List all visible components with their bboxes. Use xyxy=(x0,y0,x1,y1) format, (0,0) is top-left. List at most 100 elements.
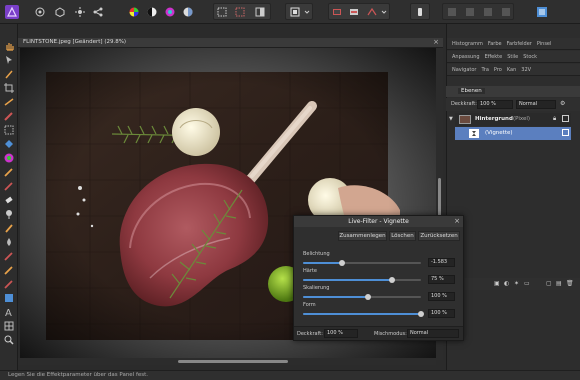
lock-icon[interactable]: 🔒︎ xyxy=(553,115,556,123)
straighten-tool-icon[interactable] xyxy=(3,96,15,108)
erase-tool-icon[interactable] xyxy=(3,194,15,206)
rectangle-tool-icon[interactable] xyxy=(3,292,15,304)
hand-tool-icon[interactable] xyxy=(3,40,15,52)
tab-stock[interactable]: Stock xyxy=(523,54,537,60)
color-wheel-icon[interactable] xyxy=(128,4,140,19)
tab-history[interactable]: Pro xyxy=(494,67,502,73)
layer-row-background[interactable]: Hintergrund (Pixel) 🔒︎ xyxy=(455,113,571,126)
visibility-checkbox[interactable] xyxy=(562,115,569,122)
tab-swatches[interactable]: Farbfelder xyxy=(507,41,532,47)
layer-name: (Vignette) xyxy=(485,130,513,136)
exposure-slider[interactable] xyxy=(303,260,421,266)
visibility-checkbox[interactable] xyxy=(562,129,569,136)
pixel-tool-icon[interactable] xyxy=(3,180,15,192)
quick-mask-icon[interactable] xyxy=(254,4,266,19)
text-tool-icon[interactable]: A xyxy=(3,306,15,318)
selection-invert-icon[interactable] xyxy=(234,4,246,19)
live-filter-dialog: Live-Filter - Vignette × Zusammenlegen L… xyxy=(293,215,464,341)
export-persona-icon[interactable] xyxy=(92,4,104,19)
expand-triangle-icon[interactable]: ▼ xyxy=(449,116,453,122)
shape-slider[interactable] xyxy=(303,311,424,317)
layers-options: Deckkraft: 100 % Normal ⚙ xyxy=(446,98,580,111)
close-icon[interactable]: × xyxy=(454,216,460,227)
color-picker-tool-icon[interactable] xyxy=(3,68,15,80)
blemish-tool-icon[interactable] xyxy=(3,264,15,276)
tab-layers[interactable]: Ebenen xyxy=(458,88,485,94)
reset-button[interactable]: Zurücksetzen xyxy=(418,231,460,241)
exposure-value[interactable]: -1.583 xyxy=(428,258,455,267)
dodge-tool-icon[interactable] xyxy=(3,208,15,220)
tab-histogram[interactable]: Histogramm xyxy=(452,41,483,47)
pixel-layer-icon[interactable]: ▭ xyxy=(524,280,530,287)
chevron-down-icon[interactable] xyxy=(303,4,311,19)
tab-color[interactable]: Farbe xyxy=(488,41,502,47)
flip-icon[interactable] xyxy=(366,4,378,19)
panel-tabs-row1: Histogramm Farbe Farbfelder Pinsel xyxy=(447,38,580,50)
layer-opacity-field[interactable]: 100 % xyxy=(477,100,513,109)
filter-opacity-field[interactable]: 100 % xyxy=(324,329,358,338)
develop-persona-icon[interactable] xyxy=(74,4,86,19)
assistant-icon[interactable] xyxy=(414,4,426,19)
inpainting-tool-icon[interactable] xyxy=(3,250,15,262)
add-layer-icon[interactable]: ▤ xyxy=(556,280,562,287)
scale-value[interactable]: 100 % xyxy=(428,292,455,301)
layer-mode-icon[interactable] xyxy=(289,4,301,19)
tab-effects[interactable]: Effekte xyxy=(485,54,503,60)
horizontal-scroll-thumb[interactable] xyxy=(178,360,288,363)
photo-persona-icon[interactable] xyxy=(34,4,46,19)
hardness-label: Härte xyxy=(303,268,317,274)
shape-value[interactable]: 100 % xyxy=(428,309,455,318)
white-balance-icon[interactable] xyxy=(182,4,194,19)
hardness-value[interactable]: 75 % xyxy=(428,275,455,284)
flood-fill-tool-icon[interactable] xyxy=(3,138,15,150)
arrange-back-icon[interactable] xyxy=(331,4,343,19)
tab-adjustments[interactable]: Anpassung xyxy=(452,54,480,60)
hsl-icon[interactable] xyxy=(164,4,176,19)
horizontal-scrollbar[interactable] xyxy=(18,358,436,365)
move-tool-icon[interactable] xyxy=(3,54,15,66)
panel-tabs-row3: Navigator Tra Pro Kan 32V xyxy=(447,64,580,76)
blend-mode-select[interactable]: Normal xyxy=(407,329,459,338)
layer-blend-select[interactable]: Normal xyxy=(516,100,556,109)
layer-row-vignette[interactable]: (Vignette) xyxy=(455,127,571,140)
zoom-tool-icon[interactable] xyxy=(3,334,15,346)
red-eye-tool-icon[interactable] xyxy=(3,278,15,290)
group-icon[interactable]: ▢ xyxy=(546,280,552,287)
snap-icon-4[interactable] xyxy=(500,4,512,19)
clone-tool-icon[interactable] xyxy=(3,222,15,234)
delete-button[interactable]: Löschen xyxy=(389,231,416,241)
fx-icon[interactable]: ✶ xyxy=(514,280,519,287)
black-white-icon[interactable] xyxy=(146,4,158,19)
tab-styles[interactable]: Stile xyxy=(507,54,518,60)
tab-navigator[interactable]: Navigator xyxy=(452,67,476,73)
merge-button[interactable]: Zusammenlegen xyxy=(338,231,387,241)
hardness-slider[interactable] xyxy=(303,277,421,283)
tab-32v[interactable]: 32V xyxy=(521,67,531,73)
liquify-persona-icon[interactable] xyxy=(54,4,66,19)
document-tab[interactable]: FLINTSTONE.jpeg [Geändert] (29.8%) × xyxy=(18,38,443,48)
paint-brush-tool-icon[interactable] xyxy=(3,166,15,178)
snap-icon-3[interactable] xyxy=(482,4,494,19)
smudge-tool-icon[interactable] xyxy=(3,236,15,248)
marquee-icon[interactable] xyxy=(216,4,228,19)
mask-icon[interactable]: ▣ xyxy=(494,280,500,287)
selection-brush-tool-icon[interactable] xyxy=(3,110,15,122)
rectangular-marquee-tool-icon[interactable] xyxy=(3,124,15,136)
tab-transform[interactable]: Tra xyxy=(481,67,488,73)
snap-icon-1[interactable] xyxy=(446,4,458,19)
tab-brushes[interactable]: Pinsel xyxy=(537,41,552,47)
tab-channels[interactable]: Kan xyxy=(507,67,516,73)
scale-slider[interactable] xyxy=(303,294,421,300)
gear-icon[interactable]: ⚙ xyxy=(560,100,565,107)
studio-icon[interactable] xyxy=(536,4,548,19)
delete-layer-icon[interactable]: 🗑︎ xyxy=(566,280,574,287)
affinity-photo-logo[interactable] xyxy=(4,4,20,19)
arrange-front-icon[interactable] xyxy=(348,4,360,19)
snap-icon-2[interactable] xyxy=(464,4,476,19)
close-icon[interactable]: × xyxy=(433,38,439,46)
adjustment-icon[interactable]: ◐ xyxy=(504,280,509,287)
gradient-tool-icon[interactable] xyxy=(3,152,15,164)
chevron-down-icon[interactable] xyxy=(380,4,388,19)
mesh-warp-tool-icon[interactable] xyxy=(3,320,15,332)
crop-tool-icon[interactable] xyxy=(3,82,15,94)
